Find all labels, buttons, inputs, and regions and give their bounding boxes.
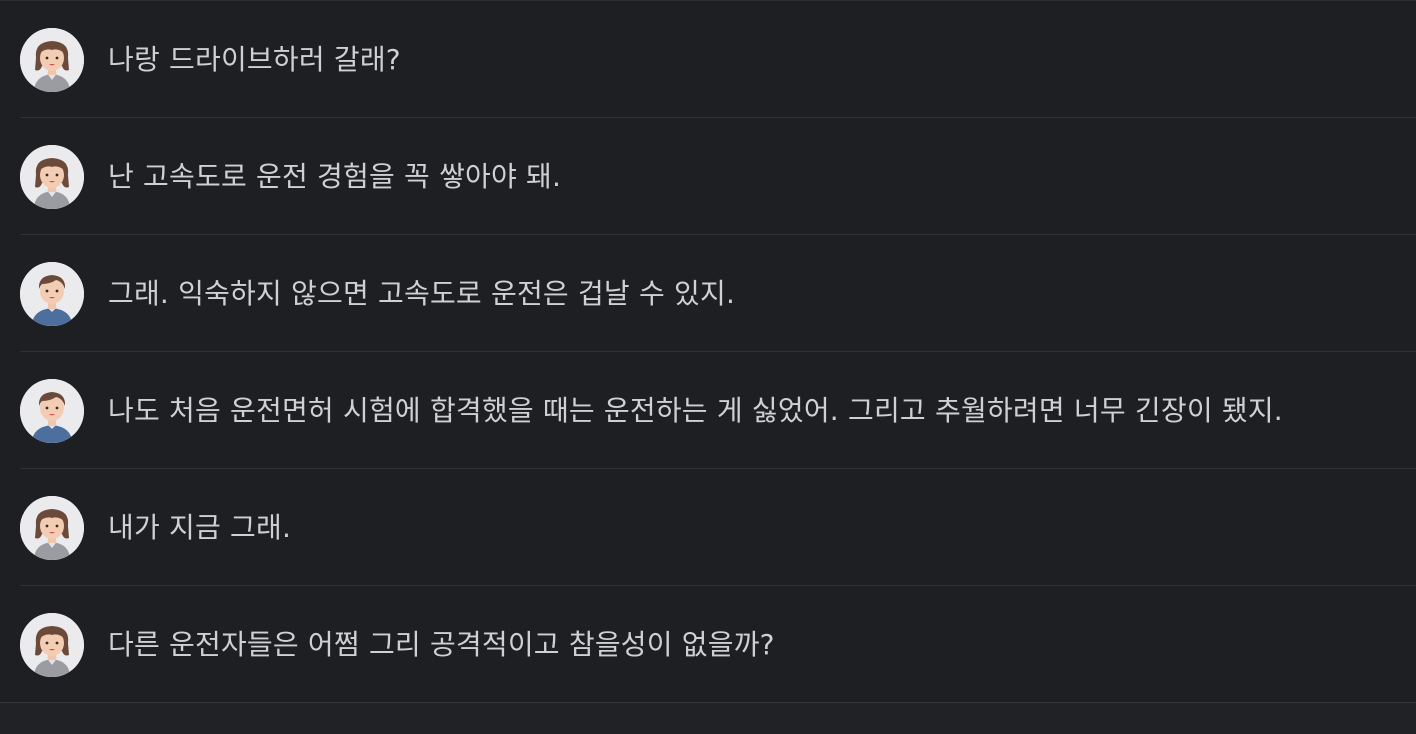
- chat-window: 나랑 드라이브하러 갈래? 난 고속도로 운전 경험을 꼭 쌓아야 돼. 그래.…: [0, 0, 1416, 734]
- female-avatar-icon: [20, 145, 84, 209]
- message-row: 그래. 익숙하지 않으면 고속도로 운전은 겁날 수 있지.: [0, 235, 1416, 352]
- female-avatar-icon: [20, 496, 84, 560]
- female-avatar-icon: [20, 28, 84, 92]
- female-avatar-icon: [20, 613, 84, 677]
- footer-strip: [0, 703, 1416, 734]
- message-text: 난 고속도로 운전 경험을 꼭 쌓아야 돼.: [108, 160, 562, 193]
- message-text: 내가 지금 그래.: [108, 511, 292, 544]
- message-text: 그래. 익숙하지 않으면 고속도로 운전은 겁날 수 있지.: [108, 277, 736, 310]
- message-row: 난 고속도로 운전 경험을 꼭 쌓아야 돼.: [0, 118, 1416, 235]
- message-text: 나랑 드라이브하러 갈래?: [108, 43, 401, 76]
- message-text: 다른 운전자들은 어쩜 그리 공격적이고 참을성이 없을까?: [108, 628, 775, 661]
- message-text: 나도 처음 운전면허 시험에 합격했을 때는 운전하는 게 싫었어. 그리고 추…: [108, 394, 1283, 427]
- male-avatar-icon: [20, 379, 84, 443]
- male-avatar-icon: [20, 262, 84, 326]
- message-row: 내가 지금 그래.: [0, 469, 1416, 586]
- message-row: 나랑 드라이브하러 갈래?: [0, 1, 1416, 118]
- message-row: 다른 운전자들은 어쩜 그리 공격적이고 참을성이 없을까?: [0, 586, 1416, 703]
- message-row: 나도 처음 운전면허 시험에 합격했을 때는 운전하는 게 싫었어. 그리고 추…: [0, 352, 1416, 469]
- message-list: 나랑 드라이브하러 갈래? 난 고속도로 운전 경험을 꼭 쌓아야 돼. 그래.…: [0, 1, 1416, 703]
